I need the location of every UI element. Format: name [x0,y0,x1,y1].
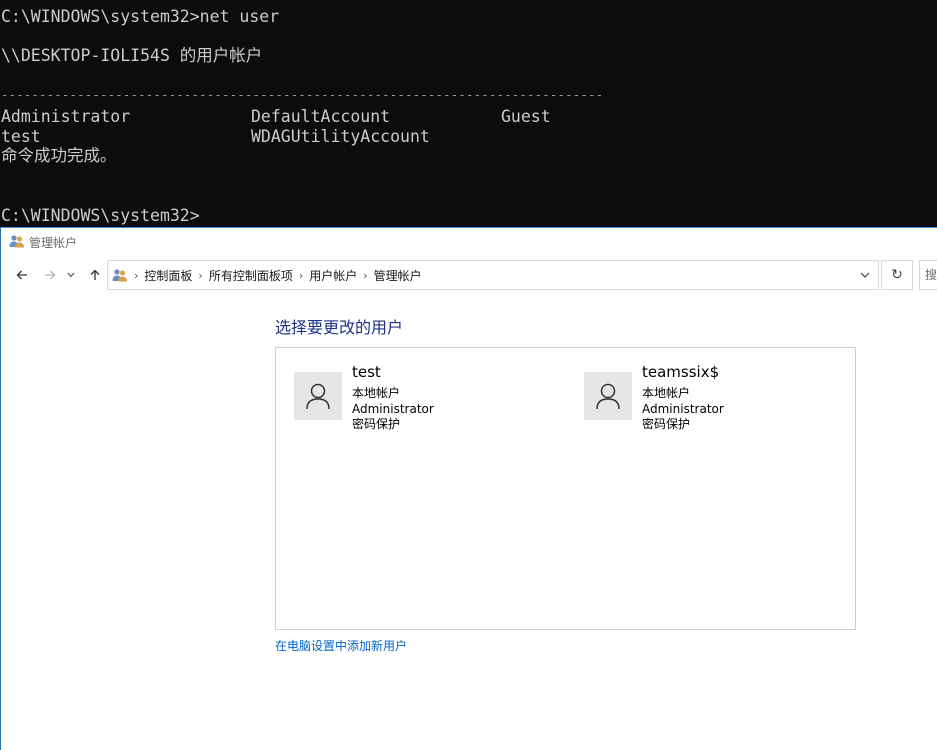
console-window[interactable]: C:\WINDOWS\system32>net user \\DESKTOP-I… [0,0,937,227]
console-account: DefaultAccount [251,107,391,126]
user-tile-teamssix[interactable]: teamssix$ 本地帐户 Administrator 密码保护 [584,363,834,436]
breadcrumb-item-control-panel[interactable]: 控制面板 [144,267,192,284]
user-name: teamssix$ [642,363,720,381]
user-account-type: 本地帐户 [352,386,401,400]
control-panel-window: 管理帐户 › 控制面板 › 所有控制面板项 › 用户帐户 › 管理帐户 ↻ 搜 … [0,227,937,750]
user-avatar-icon [584,372,632,420]
add-user-link[interactable]: 在电脑设置中添加新用户 [275,637,407,654]
console-account: Administrator [1,107,131,126]
console-account: Guest [501,107,551,126]
console-command-line: C:\WINDOWS\system32>net user [1,7,280,26]
users-icon [112,268,128,282]
user-account-type: 本地帐户 [642,386,691,400]
back-arrow-icon[interactable] [12,264,32,286]
console-header-line: \\DESKTOP-IOLI54S 的用户帐户 [1,46,263,65]
user-name: test [352,363,381,381]
search-input[interactable]: 搜 [919,260,937,290]
breadcrumb-item-manage-accounts[interactable]: 管理帐户 [374,267,422,284]
window-title: 管理帐户 [29,235,78,250]
console-account: test [1,127,41,146]
console-account: WDAGUtilityAccount [251,127,430,146]
chevron-right-icon[interactable]: › [198,269,202,282]
user-details: 本地帐户 Administrator 密码保护 [352,386,434,433]
user-avatar-icon [294,372,342,420]
user-details: 本地帐户 Administrator 密码保护 [642,386,724,433]
breadcrumb-item-user-accounts[interactable]: 用户帐户 [309,267,357,284]
chevron-down-icon[interactable] [64,264,78,286]
chevron-right-icon[interactable]: › [134,269,138,282]
breadcrumb: › 控制面板 › 所有控制面板项 › 用户帐户 › 管理帐户 [108,267,422,284]
user-group: Administrator [642,401,724,416]
user-protection: 密码保护 [352,417,401,431]
user-list: test 本地帐户 Administrator 密码保护 teamssix$ 本… [275,347,856,630]
address-bar[interactable]: › 控制面板 › 所有控制面板项 › 用户帐户 › 管理帐户 [107,260,879,290]
console-separator: ----------------------------------------… [1,88,604,102]
window-titlebar: 管理帐户 [9,234,77,250]
up-arrow-icon[interactable] [85,264,105,286]
refresh-icon[interactable]: ↻ [881,260,913,290]
user-tile-test[interactable]: test 本地帐户 Administrator 密码保护 [294,363,544,436]
console-completion-message: 命令成功完成。 [1,146,117,165]
chevron-right-icon[interactable]: › [299,269,303,282]
user-protection: 密码保护 [642,417,691,431]
users-icon [9,234,25,251]
breadcrumb-item-all-items[interactable]: 所有控制面板项 [209,267,293,284]
chevron-right-icon[interactable]: › [363,269,367,282]
user-group: Administrator [352,401,434,416]
navigation-bar: › 控制面板 › 所有控制面板项 › 用户帐户 › 管理帐户 ↻ 搜 [1,259,937,291]
address-dropdown-icon[interactable] [858,267,872,283]
page-title: 选择要更改的用户 [275,318,404,337]
forward-arrow-icon[interactable] [40,264,60,286]
console-prompt: C:\WINDOWS\system32> [1,206,200,225]
